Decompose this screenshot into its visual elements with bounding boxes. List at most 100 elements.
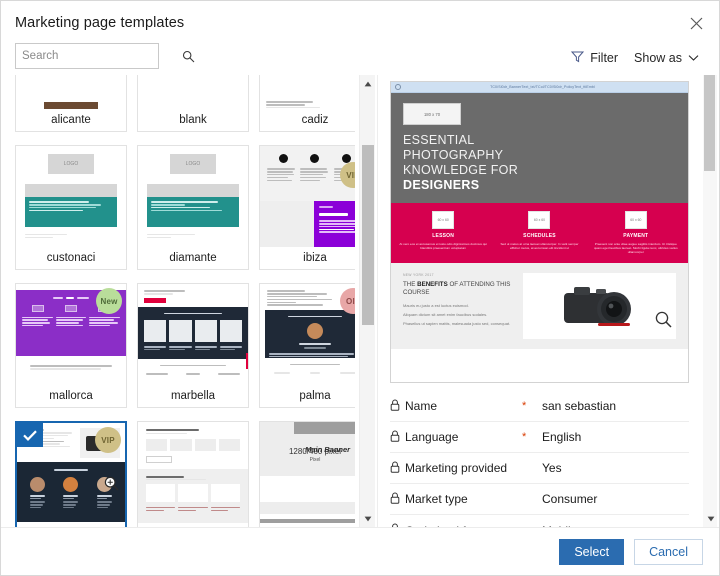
template-tile-palma[interactable]: Old palma	[259, 283, 355, 408]
template-badge: VIP	[95, 427, 121, 453]
required-marker: *	[522, 399, 527, 412]
template-preview: TC0/Sl0dr_BannerText_txt/TCol/TC0/Sl0dr_…	[390, 81, 689, 383]
preview-benefits-section: NEW YORK 2017 THE BENEFITS OF ATTENDING …	[391, 262, 688, 349]
search-input[interactable]	[16, 44, 182, 68]
template-name: marbella	[138, 385, 248, 407]
preview-subhead: THE BENEFITS OF ATTENDING THIS COURSE	[403, 281, 515, 297]
template-name: diamante	[138, 247, 248, 269]
template-tile-cadiz[interactable]: cadiz	[259, 75, 355, 132]
preview-bullet: Aliquam dictum sit amet enim faucibus so…	[403, 311, 488, 317]
search-box[interactable]	[15, 43, 195, 69]
gallery-toolbar: Filter Show as	[1, 43, 719, 75]
search-icon[interactable]	[182, 50, 195, 63]
template-tile-ibiza[interactable]: VIP ibiza	[259, 145, 355, 270]
filter-icon	[571, 50, 585, 66]
template-thumbnail: 1280/400 pixel Main Banner Pixel	[260, 422, 355, 523]
template-tile-custonaci[interactable]: LOGO custonaci	[15, 145, 127, 270]
template-thumbnail	[260, 75, 355, 109]
property-value: English	[542, 430, 582, 444]
property-label: Name	[390, 399, 522, 414]
filter-button[interactable]: Filter	[563, 47, 626, 69]
property-label: Optimized for	[390, 523, 522, 527]
preview-url-text: TC0/Sl0dr_BannerText_txt/TCol/TC0/Sl0dr_…	[490, 85, 595, 89]
template-detail-pane: TC0/Sl0dr_BannerText_txt/TCol/TC0/Sl0dr_…	[377, 75, 719, 527]
template-tile-alicante[interactable]: alicante	[15, 75, 127, 132]
template-badge: New	[96, 288, 122, 314]
preview-headline-line4: DESIGNERS	[403, 178, 480, 192]
template-name: palma	[260, 385, 355, 407]
preview-logo-placeholder: 180 x 70	[403, 103, 461, 125]
struct-overlay-label: Main Banner	[305, 445, 351, 454]
preview-magnifier-icon[interactable]	[655, 311, 672, 333]
template-properties: Name * san sebastian Language * English …	[390, 391, 689, 527]
template-name: san sebastian	[17, 522, 125, 527]
page-title: Marketing page templates	[15, 15, 185, 31]
preview-hero: 180 x 70 ESSENTIAL PHOTOGRAPHY KNOWLEDGE…	[391, 93, 688, 203]
detail-scroll-down-arrow-icon[interactable]	[703, 510, 719, 527]
preview-kicker: NEW YORK 2017	[403, 272, 434, 277]
property-row-optimized-for: Optimized for Mobile	[390, 515, 689, 527]
toolbar-right-group: Filter Show as	[563, 45, 707, 71]
property-row-marketing-provided: Marketing provided Yes	[390, 453, 689, 484]
template-thumbnail: Old	[260, 284, 355, 385]
cancel-button[interactable]: Cancel	[634, 538, 703, 565]
required-marker: *	[522, 430, 527, 443]
selected-check-icon	[17, 423, 43, 447]
template-thumbnail	[138, 422, 248, 523]
preview-camera-photo	[523, 272, 676, 339]
detail-scrollbar[interactable]	[703, 75, 717, 527]
property-label-text: Optimized for	[405, 524, 476, 528]
template-tile-diamante[interactable]: LOGO diamante	[137, 145, 249, 270]
select-button[interactable]: Select	[559, 538, 625, 565]
preview-feature-band: 60 x 60 LESSON At vero eos et accusamus …	[391, 203, 688, 263]
template-thumbnail: New	[16, 284, 126, 385]
template-tile-san-sebastian[interactable]: VIP san sebastian	[15, 421, 127, 527]
preview-bullet: Phasellus ut sapien mattis, malesuada ju…	[403, 320, 511, 326]
template-tile-mallorca[interactable]: New mallorca	[15, 283, 127, 408]
property-label-text: Marketing provided	[405, 461, 508, 475]
lock-icon	[390, 492, 400, 507]
property-label-text: Market type	[405, 492, 468, 506]
template-tile-sitges[interactable]: sitges	[137, 421, 249, 527]
template-thumbnail	[138, 284, 248, 385]
scroll-down-arrow-icon[interactable]	[360, 510, 376, 527]
preview-feature-image: 60 x 60	[624, 211, 647, 229]
preview-feature-body: Praesent non ante vitae augue sagittis i…	[593, 242, 678, 255]
property-label-text: Name	[405, 399, 438, 413]
template-picker-dialog: Marketing page templates Filter Show as	[0, 0, 720, 576]
preview-headline-line1: ESSENTIAL	[403, 133, 475, 147]
lock-icon	[390, 430, 400, 445]
preview-feature-title: LESSON	[432, 233, 455, 239]
gallery-scrollbar-thumb[interactable]	[362, 145, 374, 325]
template-tile-marbella[interactable]: marbella	[137, 283, 249, 408]
property-label: Marketing provided	[390, 461, 522, 476]
preview-feature-title: SCHEDULES	[523, 233, 556, 239]
template-name: cadiz	[260, 109, 355, 131]
detail-scrollbar-thumb[interactable]	[704, 75, 715, 171]
lock-icon	[390, 461, 400, 476]
gallery-scrollbar[interactable]	[359, 75, 375, 527]
preview-feature-title: PAYMENT	[623, 233, 649, 239]
template-thumbnail: LOGO	[138, 146, 248, 247]
template-tile-blank[interactable]: blank	[137, 75, 249, 132]
template-thumbnail: VIP	[17, 423, 125, 522]
template-thumbnail: VIP	[260, 146, 355, 247]
template-name: alicante	[16, 109, 126, 131]
preview-feature-body: At vero eos et accusamus et iusto odio d…	[399, 242, 487, 251]
preview-feature-column: 60 x 60 SCHEDULES Sed ut metus at urna l…	[491, 211, 587, 255]
show-as-button[interactable]: Show as	[626, 48, 707, 68]
lock-icon	[390, 523, 400, 527]
template-name: mallorca	[16, 385, 126, 407]
template-name: custonaci	[16, 247, 126, 269]
preview-headline-line3: KNOWLEDGE FOR	[403, 163, 519, 177]
template-tile-struct-1[interactable]: 1280/400 pixel Main Banner Pixel struct-…	[259, 421, 355, 527]
magnifier-icon[interactable]	[104, 476, 119, 496]
scroll-up-arrow-icon[interactable]	[360, 75, 376, 92]
property-value: Yes	[542, 461, 562, 475]
thumb-logo: LOGO	[170, 154, 216, 174]
close-icon[interactable]	[683, 10, 709, 36]
gallery-scroll-region: alicante blank cadiz LOGO custonaci LOGO…	[15, 75, 355, 527]
preview-feature-column: 60 x 60 LESSON At vero eos et accusamus …	[395, 211, 491, 255]
property-label: Language	[390, 430, 522, 445]
filter-label: Filter	[590, 51, 619, 65]
